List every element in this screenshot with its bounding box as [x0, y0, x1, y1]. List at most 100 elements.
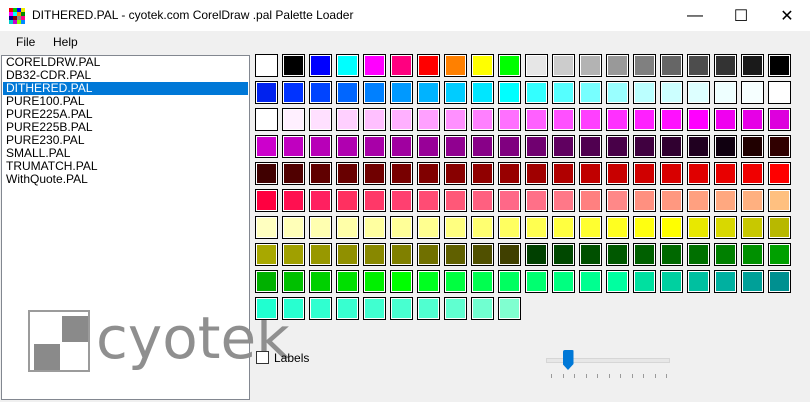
color-swatch[interactable] — [417, 243, 440, 266]
color-swatch[interactable] — [579, 216, 602, 239]
maximize-button[interactable]: ☐ — [718, 0, 764, 31]
color-swatch[interactable] — [336, 189, 359, 212]
color-swatch[interactable] — [525, 189, 548, 212]
color-swatch[interactable] — [336, 81, 359, 104]
color-swatch[interactable] — [255, 81, 278, 104]
color-swatch[interactable] — [390, 108, 413, 131]
color-swatch[interactable] — [444, 54, 467, 77]
color-swatch[interactable] — [660, 135, 683, 158]
color-swatch[interactable] — [552, 162, 575, 185]
color-swatch[interactable] — [768, 189, 791, 212]
menu-file[interactable]: File — [16, 35, 35, 49]
color-swatch[interactable] — [660, 243, 683, 266]
color-swatch[interactable] — [498, 108, 521, 131]
color-swatch[interactable] — [498, 81, 521, 104]
color-swatch[interactable] — [282, 135, 305, 158]
color-swatch[interactable] — [525, 270, 548, 293]
color-swatch[interactable] — [606, 54, 629, 77]
color-swatch[interactable] — [660, 162, 683, 185]
menu-help[interactable]: Help — [53, 35, 78, 49]
color-swatch[interactable] — [633, 216, 656, 239]
color-swatch[interactable] — [633, 270, 656, 293]
color-swatch[interactable] — [660, 189, 683, 212]
color-swatch[interactable] — [444, 243, 467, 266]
color-swatch[interactable] — [363, 297, 386, 320]
color-swatch[interactable] — [714, 81, 737, 104]
color-swatch[interactable] — [390, 135, 413, 158]
color-swatch[interactable] — [309, 270, 332, 293]
color-swatch[interactable] — [525, 243, 548, 266]
color-swatch[interactable] — [255, 216, 278, 239]
color-swatch[interactable] — [417, 54, 440, 77]
color-swatch[interactable] — [714, 108, 737, 131]
color-swatch[interactable] — [660, 81, 683, 104]
color-swatch[interactable] — [471, 81, 494, 104]
color-swatch[interactable] — [741, 135, 764, 158]
color-swatch[interactable] — [471, 108, 494, 131]
color-swatch[interactable] — [282, 81, 305, 104]
color-swatch[interactable] — [471, 162, 494, 185]
color-swatch[interactable] — [471, 216, 494, 239]
color-swatch[interactable] — [309, 135, 332, 158]
color-swatch[interactable] — [309, 216, 332, 239]
color-swatch[interactable] — [606, 216, 629, 239]
color-swatch[interactable] — [309, 108, 332, 131]
color-swatch[interactable] — [633, 243, 656, 266]
color-swatch[interactable] — [255, 270, 278, 293]
color-swatch[interactable] — [633, 189, 656, 212]
color-swatch[interactable] — [525, 81, 548, 104]
color-swatch[interactable] — [633, 108, 656, 131]
color-swatch[interactable] — [741, 81, 764, 104]
color-swatch[interactable] — [714, 54, 737, 77]
color-swatch[interactable] — [525, 162, 548, 185]
color-swatch[interactable] — [498, 297, 521, 320]
color-swatch[interactable] — [471, 54, 494, 77]
color-swatch[interactable] — [606, 189, 629, 212]
color-swatch[interactable] — [579, 162, 602, 185]
color-swatch[interactable] — [579, 243, 602, 266]
color-swatch[interactable] — [714, 270, 737, 293]
color-swatch[interactable] — [390, 216, 413, 239]
color-swatch[interactable] — [687, 81, 710, 104]
color-swatch[interactable] — [390, 189, 413, 212]
color-swatch[interactable] — [282, 297, 305, 320]
color-swatch[interactable] — [714, 243, 737, 266]
color-swatch[interactable] — [255, 108, 278, 131]
color-swatch[interactable] — [633, 54, 656, 77]
color-swatch[interactable] — [282, 162, 305, 185]
color-swatch[interactable] — [336, 297, 359, 320]
color-swatch[interactable] — [309, 81, 332, 104]
color-swatch[interactable] — [579, 54, 602, 77]
color-swatch[interactable] — [282, 216, 305, 239]
color-swatch[interactable] — [363, 54, 386, 77]
color-swatch[interactable] — [390, 81, 413, 104]
color-swatch[interactable] — [255, 54, 278, 77]
labels-checkbox[interactable] — [256, 351, 269, 364]
color-swatch[interactable] — [498, 216, 521, 239]
color-swatch[interactable] — [417, 189, 440, 212]
color-swatch[interactable] — [579, 189, 602, 212]
color-swatch[interactable] — [444, 270, 467, 293]
color-swatch[interactable] — [336, 216, 359, 239]
color-swatch[interactable] — [498, 189, 521, 212]
color-swatch[interactable] — [633, 81, 656, 104]
color-swatch[interactable] — [714, 216, 737, 239]
color-swatch[interactable] — [687, 54, 710, 77]
color-swatch[interactable] — [768, 216, 791, 239]
color-swatch[interactable] — [633, 135, 656, 158]
color-swatch[interactable] — [498, 243, 521, 266]
color-swatch[interactable] — [579, 108, 602, 131]
color-swatch[interactable] — [741, 270, 764, 293]
color-swatch[interactable] — [714, 135, 737, 158]
color-swatch[interactable] — [282, 108, 305, 131]
color-swatch[interactable] — [606, 270, 629, 293]
color-swatch[interactable] — [255, 162, 278, 185]
color-swatch[interactable] — [363, 189, 386, 212]
color-swatch[interactable] — [417, 297, 440, 320]
color-swatch[interactable] — [552, 243, 575, 266]
zoom-slider-thumb[interactable] — [562, 350, 574, 370]
color-swatch[interactable] — [390, 270, 413, 293]
color-swatch[interactable] — [741, 108, 764, 131]
color-swatch[interactable] — [390, 162, 413, 185]
color-swatch[interactable] — [363, 216, 386, 239]
